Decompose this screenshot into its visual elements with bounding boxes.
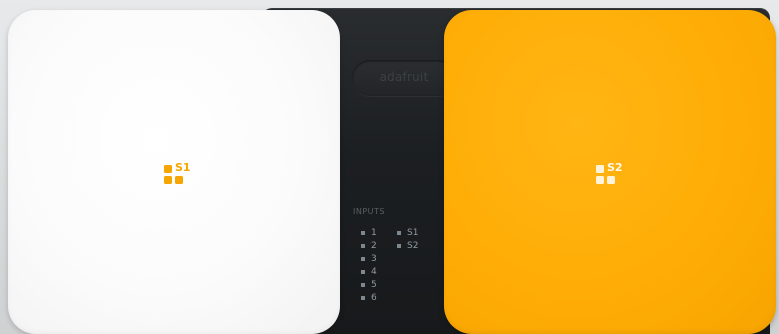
pad-label-s2: S2 xyxy=(607,161,623,174)
bullet-icon xyxy=(397,230,401,235)
sensor-mark-s1: S1 xyxy=(164,161,200,195)
pad-label-s1: S1 xyxy=(175,161,191,174)
bullet-icon xyxy=(361,295,365,300)
legend-row-1: 1 xyxy=(361,226,377,239)
legend-row-5: 5 xyxy=(361,278,377,291)
grid-square-icon xyxy=(164,165,172,173)
legend-title: INPUTS xyxy=(353,207,385,216)
legend-number: 3 xyxy=(371,253,377,264)
orange-sensor-pad[interactable]: S2 xyxy=(444,10,776,334)
legend-sensors: S1 S2 xyxy=(397,226,418,252)
bullet-icon xyxy=(397,243,401,248)
legend-row-3: 3 xyxy=(361,252,377,265)
legend-sensor: S2 xyxy=(407,240,419,251)
logo-text: adafruit xyxy=(379,70,429,84)
photo-scene: adafruit INPUTS 1 2 3 4 5 6 S1 S2 S1 S2 xyxy=(0,0,779,334)
grid-square-icon xyxy=(596,176,604,184)
bullet-icon xyxy=(361,243,365,248)
white-sensor-pad[interactable]: S1 xyxy=(8,10,340,334)
legend-row-s1: S1 xyxy=(397,226,418,239)
bullet-icon xyxy=(361,230,365,235)
sensor-mark-s2: S2 xyxy=(596,161,632,195)
legend-row-2: 2 xyxy=(361,239,377,252)
legend-number: 4 xyxy=(371,266,377,277)
grid-square-icon xyxy=(607,176,615,184)
legend-row-4: 4 xyxy=(361,265,377,278)
grid-square-icon xyxy=(596,165,604,173)
legend-number: 2 xyxy=(371,240,377,251)
legend-row-s2: S2 xyxy=(397,239,418,252)
legend-numbers: 1 2 3 4 5 6 xyxy=(361,226,377,304)
legend-number: 5 xyxy=(371,279,377,290)
bullet-icon xyxy=(361,256,365,261)
bullet-icon xyxy=(361,269,365,274)
legend-row-6: 6 xyxy=(361,291,377,304)
legend-sensor: S1 xyxy=(407,227,419,238)
grid-square-icon xyxy=(175,176,183,184)
bullet-icon xyxy=(361,282,365,287)
legend-number: 1 xyxy=(371,227,377,238)
logo-plate: adafruit xyxy=(352,60,456,96)
grid-square-icon xyxy=(164,176,172,184)
legend-number: 6 xyxy=(371,292,377,303)
